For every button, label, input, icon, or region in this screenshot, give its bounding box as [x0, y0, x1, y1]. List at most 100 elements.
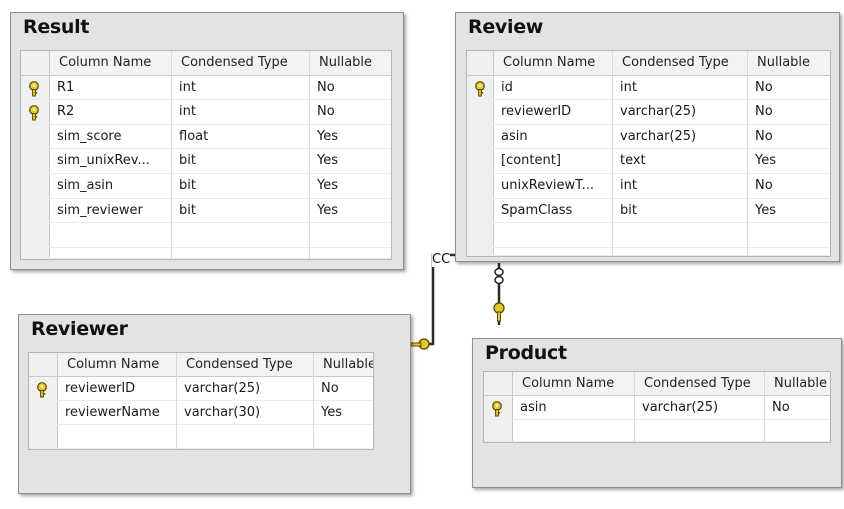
column-name-cell: reviewerID: [65, 381, 136, 396]
empty-row[interactable]: [29, 425, 373, 449]
column-row[interactable]: reviewerID varchar(25) No: [29, 377, 373, 401]
empty-row[interactable]: [21, 247, 391, 259]
column-header-row: Column Name Condensed Type Nullable: [29, 353, 373, 377]
review-table[interactable]: Review Column Name Condensed Type Nullable…: [455, 12, 840, 262]
condensed-type-cell: varchar(25): [620, 128, 697, 144]
row-selector[interactable]: [21, 223, 50, 247]
review-table-title: Review: [468, 16, 544, 38]
row-selector[interactable]: [29, 377, 58, 400]
reviewer-table[interactable]: Reviewer Column Name Condensed Type Nullab…: [18, 314, 411, 494]
primary-key-icon: [27, 80, 41, 97]
review-reviewer-relationship: [421, 253, 455, 346]
condensed-type-cell: varchar(25): [642, 400, 719, 415]
nullable-header: Nullable: [774, 376, 828, 391]
row-selector[interactable]: [467, 100, 494, 124]
condensed-type-header: Condensed Type: [186, 357, 293, 372]
column-header-row: Column Name Condensed Type Nullable: [484, 372, 830, 396]
row-selector[interactable]: [484, 396, 513, 419]
row-selector[interactable]: [467, 223, 494, 247]
column-name-cell: reviewerName: [65, 405, 160, 420]
column-row[interactable]: asin varchar(25) No: [467, 124, 830, 150]
column-row[interactable]: R2 int No: [21, 100, 391, 125]
nullable-cell: Yes: [317, 153, 338, 169]
nullable-cell: No: [317, 104, 335, 120]
column-name-cell: R2: [57, 104, 75, 120]
empty-row[interactable]: [467, 247, 830, 256]
nullable-cell: Yes: [317, 202, 338, 218]
column-row[interactable]: sim_unixRev... bit Yes: [21, 149, 391, 174]
row-selector[interactable]: [467, 149, 494, 173]
condensed-type-cell: varchar(25): [620, 104, 697, 120]
nullable-cell: No: [755, 128, 773, 144]
row-selector[interactable]: [21, 100, 50, 124]
nullable-header: Nullable: [323, 357, 373, 372]
nullable-cell: Yes: [755, 202, 776, 218]
condensed-type-cell: varchar(25): [184, 381, 261, 396]
row-selector-header: [467, 51, 494, 75]
column-separator: [764, 372, 765, 442]
primary-key-icon: [35, 382, 49, 398]
condensed-type-header: Condensed Type: [181, 55, 288, 70]
condensed-type-cell: int: [620, 178, 637, 193]
row-selector[interactable]: [21, 247, 50, 258]
row-selector[interactable]: [467, 247, 494, 255]
condensed-type-cell: int: [179, 79, 196, 95]
column-row[interactable]: [content] text Yes: [467, 149, 830, 174]
reviewer-table-title: Reviewer: [31, 318, 128, 340]
column-name-cell: sim_asin: [57, 178, 114, 193]
condensed-type-cell: bit: [620, 202, 637, 218]
nullable-cell: No: [321, 381, 339, 396]
empty-row[interactable]: [21, 223, 391, 248]
row-selector[interactable]: [484, 420, 513, 441]
row-selector[interactable]: [21, 198, 50, 223]
empty-row[interactable]: [484, 420, 830, 442]
column-name-header: Column Name: [522, 376, 615, 391]
primary-key-icon: [27, 105, 41, 121]
row-selector[interactable]: [29, 401, 58, 424]
nullable-cell: No: [755, 104, 773, 120]
row-selector[interactable]: [21, 174, 50, 198]
column-row[interactable]: reviewerID varchar(25) No: [467, 100, 830, 125]
condensed-type-cell: varchar(30): [184, 405, 261, 420]
column-row[interactable]: sim_reviewer bit Yes: [21, 198, 391, 224]
column-row[interactable]: unixReviewT... int No: [467, 174, 830, 199]
column-name-cell: sim_reviewer: [57, 202, 143, 218]
column-row[interactable]: sim_score float Yes: [21, 124, 391, 150]
column-name-cell: [content]: [501, 153, 561, 169]
condensed-type-cell: int: [620, 79, 637, 95]
column-name-header: Column Name: [67, 357, 160, 372]
empty-row[interactable]: [467, 223, 830, 248]
row-selector[interactable]: [21, 124, 50, 149]
condensed-type-cell: text: [620, 153, 646, 169]
column-row[interactable]: sim_asin bit Yes: [21, 174, 391, 199]
condensed-type-cell: int: [179, 104, 196, 120]
row-selector[interactable]: [29, 425, 58, 448]
column-row[interactable]: asin varchar(25) No: [484, 396, 830, 420]
review-column-grid: Column Name Condensed Type Nullable id int No…: [466, 50, 831, 257]
column-separator: [176, 353, 177, 449]
condensed-type-cell: bit: [179, 153, 196, 169]
result-column-grid: Column Name Condensed Type Nullable R1 int No…: [20, 50, 392, 260]
column-separator: [171, 51, 172, 259]
nullable-cell: Yes: [317, 128, 338, 144]
product-table[interactable]: Product Column Name Condensed Type Nullabl…: [472, 338, 842, 488]
row-selector[interactable]: [467, 198, 494, 223]
column-name-cell: reviewerID: [501, 104, 572, 120]
row-selector-header: [484, 372, 513, 395]
column-row[interactable]: reviewerName varchar(30) Yes: [29, 401, 373, 425]
condensed-type-header: Condensed Type: [644, 376, 751, 391]
row-selector[interactable]: [467, 124, 494, 149]
row-selector[interactable]: [21, 75, 50, 100]
row-selector[interactable]: [21, 149, 50, 173]
column-row[interactable]: id int No: [467, 75, 830, 101]
result-table-title: Result: [23, 16, 90, 38]
column-name-header: Column Name: [503, 55, 596, 70]
column-header-row: Column Name Condensed Type Nullable: [21, 51, 391, 76]
condensed-type-cell: float: [179, 128, 209, 144]
row-selector[interactable]: [467, 174, 494, 198]
column-row[interactable]: SpamClass bit Yes: [467, 198, 830, 224]
column-row[interactable]: R1 int No: [21, 75, 391, 101]
result-table[interactable]: Result Column Name Condensed Type Nullable…: [10, 12, 404, 270]
row-selector[interactable]: [467, 75, 494, 100]
nullable-cell: No: [317, 79, 335, 95]
